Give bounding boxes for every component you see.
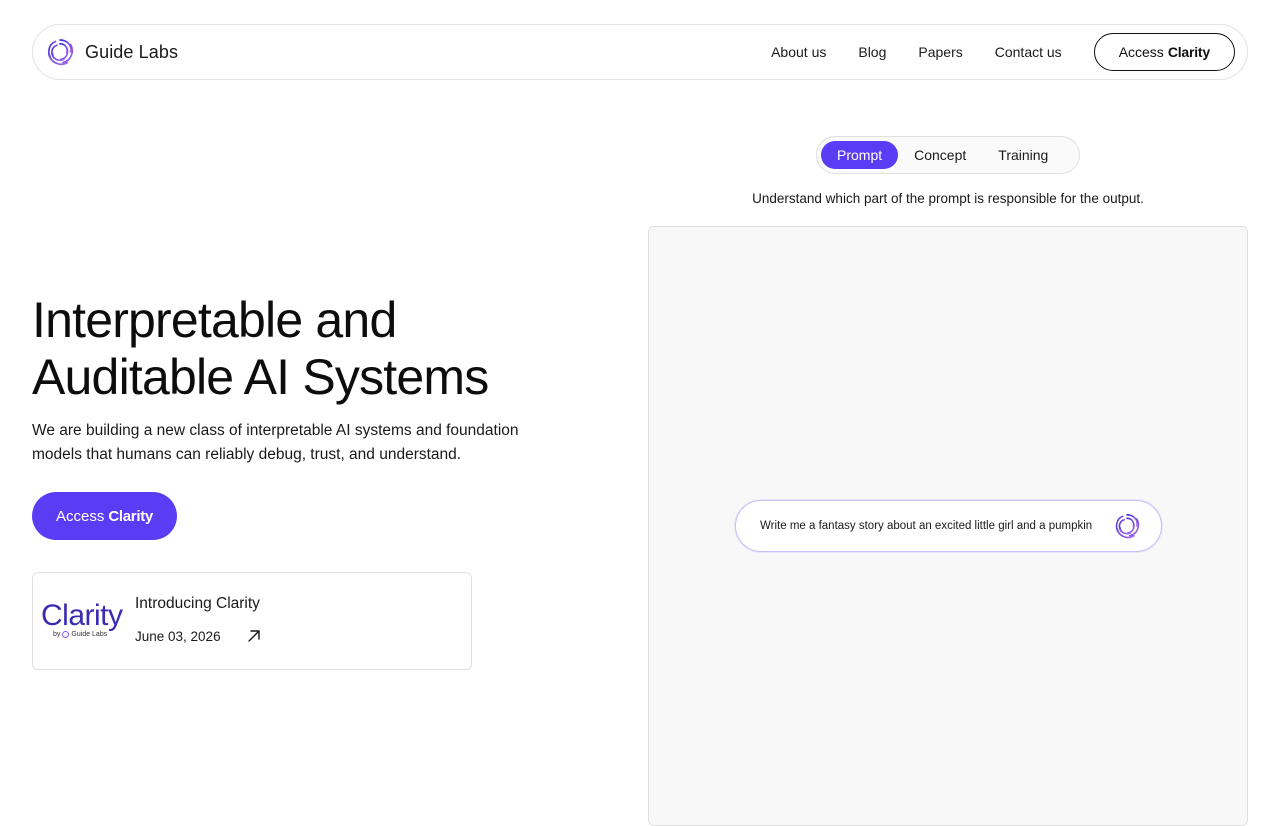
tab-description: Understand which part of the prompt is r… — [752, 191, 1144, 206]
post-body: Introducing Clarity June 03, 2026 — [135, 595, 261, 644]
post-date: June 03, 2026 — [135, 628, 221, 644]
thumbnail-byline: by Guide Labs — [53, 631, 107, 638]
prompt-pill: Write me a fantasy story about an excite… — [735, 500, 1162, 552]
nav-link-blog[interactable]: Blog — [858, 44, 886, 60]
thumbnail-logo-icon — [62, 631, 70, 638]
nav-link-papers[interactable]: Papers — [918, 44, 962, 60]
hero-title: Interpretable and Auditable AI Systems — [32, 292, 592, 406]
nav-link-about-us[interactable]: About us — [771, 44, 826, 60]
thumbnail-brand: Guide Labs — [71, 631, 108, 638]
thumbnail-by: by — [53, 631, 61, 638]
hero-access-clarity-button[interactable]: Access Clarity — [32, 492, 177, 540]
hero-cta-bold: Clarity — [108, 507, 153, 525]
tab-prompt[interactable]: Prompt — [821, 141, 899, 169]
top-navbar: Guide Labs About us Blog Papers Contact … — [32, 24, 1248, 80]
post-thumbnail: Clarity by Guide Labs — [35, 573, 127, 669]
hero-title-line-1: Interpretable and — [32, 292, 397, 348]
tab-concept[interactable]: Concept — [898, 141, 982, 169]
brand-name: Guide Labs — [85, 41, 179, 62]
post-meta: June 03, 2026 — [135, 629, 261, 644]
nav-access-clarity-button[interactable]: Access Clarity — [1093, 33, 1235, 71]
prompt-text: Write me a fantasy story about an excite… — [760, 520, 1093, 532]
thumbnail-wordmark: Clarity — [41, 599, 123, 632]
hero-cta-prefix: Access — [56, 507, 105, 525]
post-title: Introducing Clarity — [135, 594, 260, 612]
spiral-logo-icon — [1113, 512, 1141, 540]
tab-training[interactable]: Training — [982, 141, 1064, 169]
brand-home-link[interactable]: Guide Labs — [45, 37, 178, 67]
blog-post-card[interactable]: Clarity by Guide Labs Introducing Clarit… — [32, 572, 472, 670]
hero-title-line-2: Auditable AI Systems — [32, 349, 489, 405]
nav-link-contact-us[interactable]: Contact us — [995, 44, 1062, 60]
demo-tabs: Prompt Concept Training — [816, 136, 1080, 174]
nav-cta-bold: Clarity — [1167, 44, 1210, 60]
spiral-logo-icon — [45, 37, 75, 67]
hero-subtitle: We are building a new class of interpret… — [32, 422, 519, 463]
nav-cta-prefix: Access — [1118, 44, 1164, 60]
nav-links: About us Blog Papers Contact us Access C… — [771, 33, 1235, 71]
demo-panel: Write me a fantasy story about an excite… — [648, 226, 1248, 826]
arrow-up-right-icon[interactable] — [247, 629, 261, 643]
